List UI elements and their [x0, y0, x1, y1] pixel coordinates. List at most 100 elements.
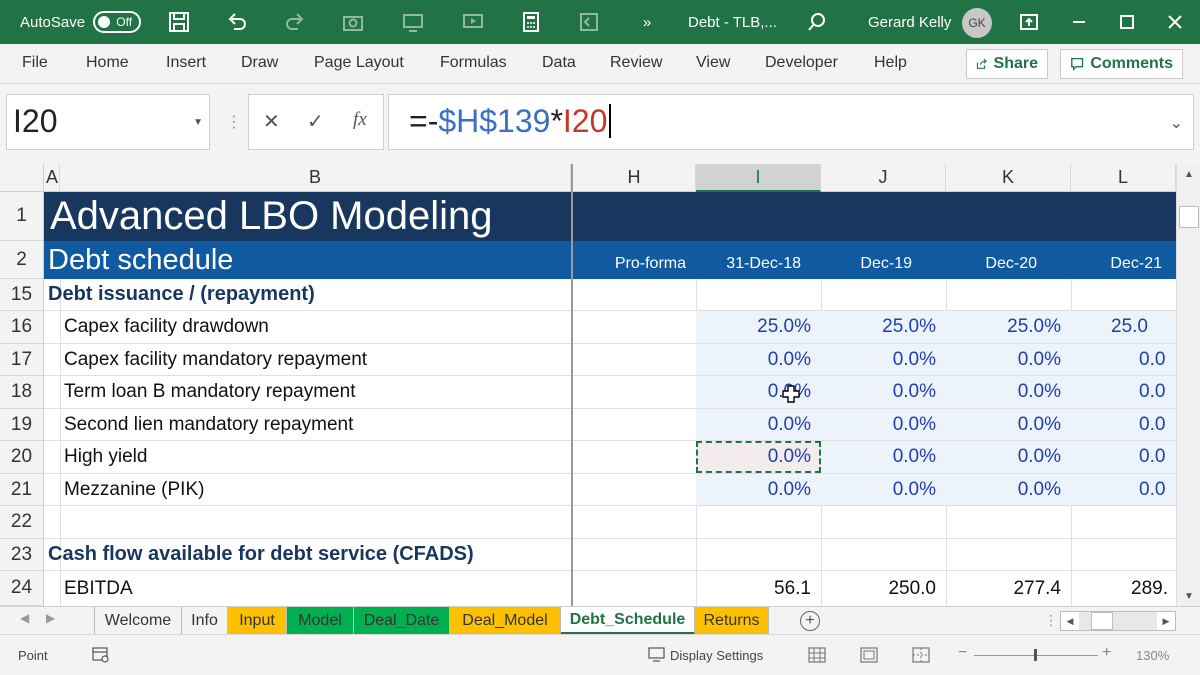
cell-i20-selected[interactable]: 0.0%	[696, 441, 821, 473]
header-dec-20[interactable]: Dec-20	[946, 241, 1071, 279]
page-break-view-icon[interactable]	[912, 647, 930, 663]
cell-k24[interactable]: 277.4	[946, 571, 1071, 606]
select-all-corner[interactable]	[0, 164, 44, 192]
header-dec-21[interactable]: Dec-21	[1071, 241, 1176, 279]
row-label[interactable]: Capex facility drawdown	[64, 311, 269, 343]
maximize-icon[interactable]	[1116, 11, 1138, 33]
row-header[interactable]: 23	[0, 539, 44, 571]
scroll-up-icon[interactable]: ▲	[1181, 166, 1197, 182]
row-header[interactable]: 18	[0, 376, 44, 409]
zoom-in-icon[interactable]: +	[1102, 644, 1111, 662]
row-header[interactable]: 24	[0, 571, 44, 606]
prev-sheet-icon[interactable]: ◀	[20, 611, 29, 625]
cell-l21[interactable]: 0.0	[1071, 474, 1176, 505]
presenter-icon[interactable]	[462, 11, 484, 33]
page-layout-view-icon[interactable]	[860, 647, 878, 663]
tab-help[interactable]: Help	[874, 54, 907, 72]
minimize-icon[interactable]	[1068, 11, 1090, 33]
cell-k17[interactable]: 0.0%	[946, 344, 1071, 375]
cell-j21[interactable]: 0.0%	[821, 474, 946, 505]
sheet-tab-model[interactable]: Model	[287, 607, 354, 635]
calculator-icon[interactable]	[520, 11, 542, 33]
cell-j16[interactable]: 25.0%	[821, 311, 946, 343]
cell-j24[interactable]: 250.0	[821, 571, 946, 606]
autosave-toggle[interactable]: Off	[93, 11, 142, 33]
camera-icon[interactable]	[342, 11, 364, 33]
section-header[interactable]: Debt issuance / (repayment)	[48, 279, 315, 310]
col-header-j[interactable]: J	[821, 164, 946, 192]
col-header-a[interactable]: A	[44, 164, 60, 192]
redo-icon[interactable]	[284, 11, 306, 33]
cell-l24[interactable]: 289.	[1071, 571, 1176, 606]
expand-formula-icon[interactable]: ⌄	[1170, 113, 1183, 133]
row-label[interactable]: EBITDA	[64, 571, 133, 606]
zoom-level[interactable]: 130%	[1136, 648, 1169, 663]
insert-function-icon[interactable]: fx	[353, 109, 367, 131]
tab-split-handle-icon[interactable]: ⋮	[1044, 612, 1058, 629]
cell-l20[interactable]: 0.0	[1071, 441, 1176, 473]
col-header-l[interactable]: L	[1071, 164, 1176, 192]
comments-button[interactable]: Comments	[1060, 49, 1183, 79]
cell-i18[interactable]: 0.0%	[696, 376, 821, 408]
cell-l16[interactable]: 25.0	[1071, 311, 1176, 343]
cell-i24[interactable]: 56.1	[696, 571, 821, 606]
cell-i21[interactable]: 0.0%	[696, 474, 821, 505]
row-label[interactable]: Second lien mandatory repayment	[64, 409, 353, 440]
tab-developer[interactable]: Developer	[765, 54, 838, 72]
cell-k21[interactable]: 0.0%	[946, 474, 1071, 505]
avatar[interactable]: GK	[962, 8, 992, 38]
section-header[interactable]: Cash flow available for debt service (CF…	[48, 539, 474, 570]
tab-file[interactable]: File	[22, 54, 48, 72]
col-header-h[interactable]: H	[573, 164, 696, 192]
cell-l19[interactable]: 0.0	[1071, 409, 1176, 440]
row-header[interactable]: 1	[0, 192, 44, 241]
header-pro-forma[interactable]: Pro-forma	[573, 241, 696, 279]
share-button[interactable]: Share	[966, 49, 1048, 79]
tab-insert[interactable]: Insert	[166, 54, 206, 72]
cell-mode-icon[interactable]	[92, 647, 110, 663]
chevron-down-icon[interactable]: ▼	[193, 117, 203, 128]
zoom-slider-thumb[interactable]	[1034, 649, 1037, 661]
row-header[interactable]: 16	[0, 311, 44, 344]
row-header[interactable]: 20	[0, 441, 44, 474]
cell-i17[interactable]: 0.0%	[696, 344, 821, 375]
cell-j17[interactable]: 0.0%	[821, 344, 946, 375]
cell-j19[interactable]: 0.0%	[821, 409, 946, 440]
scroll-thumb[interactable]	[1179, 206, 1199, 228]
header-dec-19[interactable]: Dec-19	[821, 241, 946, 279]
vertical-scrollbar[interactable]: ▲ ▼	[1176, 164, 1200, 606]
row-header[interactable]: 21	[0, 474, 44, 506]
row-label[interactable]: Term loan B mandatory repayment	[64, 376, 355, 408]
ribbon-display-icon[interactable]	[1018, 11, 1040, 33]
tab-review[interactable]: Review	[610, 54, 662, 72]
next-sheet-icon[interactable]: ▶	[46, 611, 55, 625]
row-label[interactable]: High yield	[64, 441, 147, 473]
row-header[interactable]: 17	[0, 344, 44, 376]
sheet-tab-debt-schedule[interactable]: Debt_Schedule	[561, 607, 695, 635]
more-commands-icon[interactable]: »	[636, 11, 658, 33]
display-settings-label[interactable]: Display Settings	[670, 648, 763, 663]
row-header[interactable]: 15	[0, 279, 44, 311]
scroll-right-icon[interactable]: ▶	[1157, 612, 1175, 630]
cell-j20[interactable]: 0.0%	[821, 441, 946, 473]
form-icon[interactable]	[578, 11, 600, 33]
add-sheet-icon[interactable]: +	[800, 611, 820, 631]
search-icon[interactable]	[806, 11, 828, 33]
normal-view-icon[interactable]	[808, 647, 826, 663]
scroll-down-icon[interactable]: ▼	[1181, 588, 1197, 604]
tab-page-layout[interactable]: Page Layout	[314, 54, 404, 72]
enter-icon[interactable]: ✓	[307, 109, 324, 134]
zoom-out-icon[interactable]: −	[958, 644, 967, 662]
sheet-tab-welcome[interactable]: Welcome	[94, 607, 182, 635]
col-header-i[interactable]: I	[696, 164, 821, 192]
row-header[interactable]: 2	[0, 241, 44, 279]
row-header[interactable]: 22	[0, 506, 44, 539]
header-dec-18[interactable]: 31-Dec-18	[696, 241, 821, 279]
col-header-k[interactable]: K	[946, 164, 1071, 192]
sheet-subtitle[interactable]: Debt schedule	[48, 241, 233, 279]
horizontal-scrollbar[interactable]: ◀ ▶	[1060, 611, 1176, 631]
cell-i16[interactable]: 25.0%	[696, 311, 821, 343]
worksheet-grid[interactable]: A B H I J K L 1 2 15 16 17 18 19 20 21 2…	[0, 164, 1200, 606]
name-box[interactable]: I20 ▼	[6, 94, 210, 150]
sheet-tab-deal-date[interactable]: Deal_Date	[354, 607, 450, 635]
